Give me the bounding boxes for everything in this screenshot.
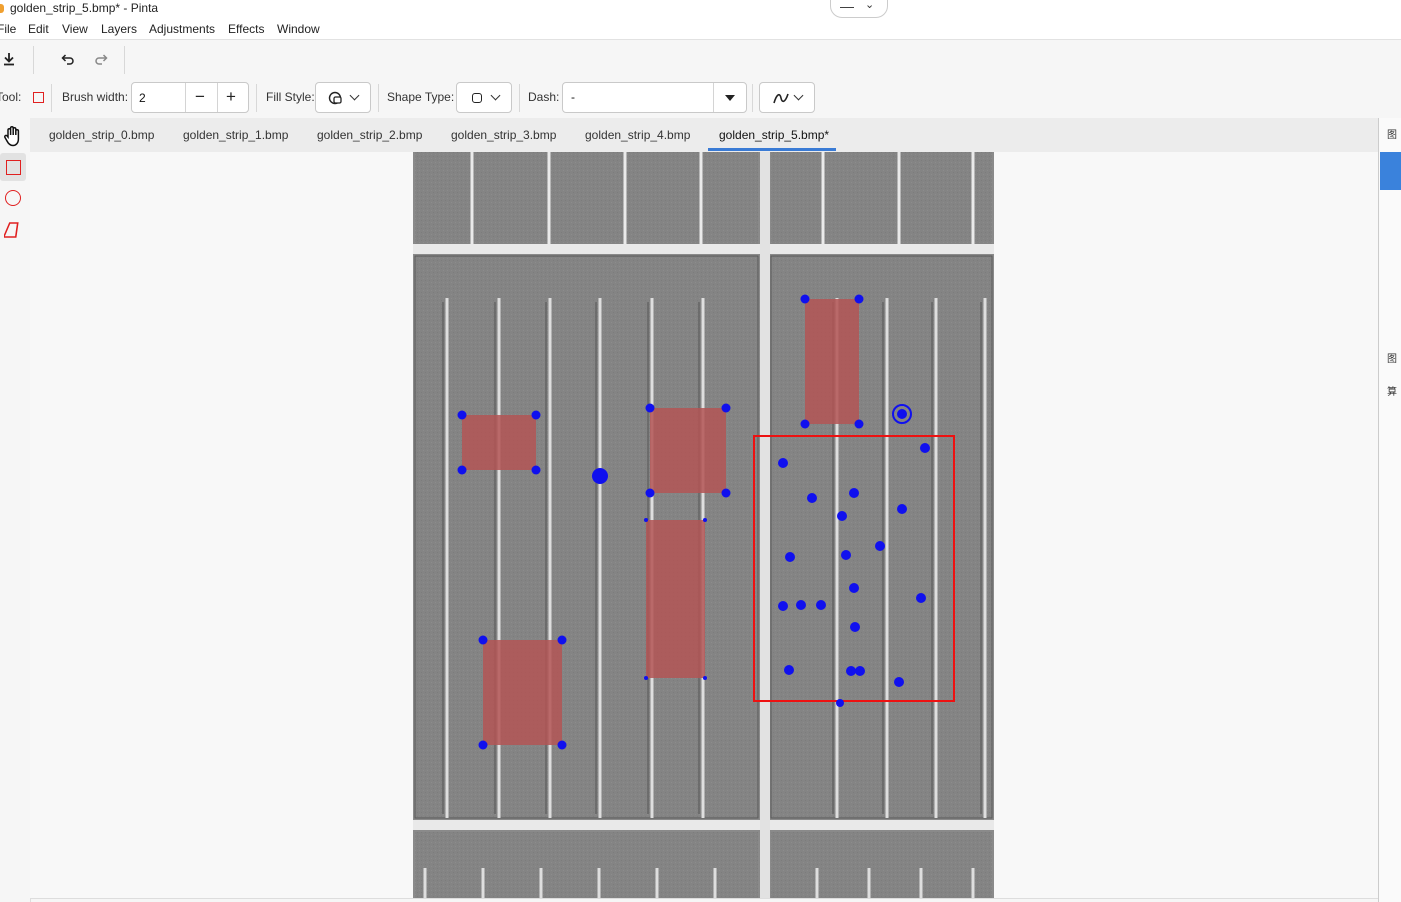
active-tab-indicator — [708, 148, 836, 151]
menu-adjustments[interactable]: Adjustments — [149, 22, 215, 36]
rounded-rectangle-icon — [472, 93, 482, 103]
tab-golden-strip-2[interactable]: golden_strip_2.bmp — [317, 128, 422, 142]
tool-box — [0, 118, 31, 902]
download-icon[interactable] — [0, 48, 20, 70]
right-dock-panel: 图 图 算 — [1378, 118, 1401, 902]
tab-golden-strip-1[interactable]: golden_strip_1.bmp — [183, 128, 288, 142]
redo-icon[interactable] — [90, 48, 112, 70]
tab-golden-strip-3[interactable]: golden_strip_3.bmp — [451, 128, 556, 142]
toolbar-separator — [256, 84, 257, 112]
rectangle-icon — [33, 92, 44, 103]
menu-view[interactable]: View — [62, 22, 88, 36]
freeform-shape-tool[interactable] — [0, 216, 26, 244]
document-tabs: golden_strip_0.bmp golden_strip_1.bmp go… — [30, 118, 1378, 152]
annotation-region — [462, 415, 536, 470]
ellipse-icon — [5, 190, 21, 206]
toolbar-separator — [752, 84, 753, 112]
dash-combobox[interactable]: - — [562, 82, 747, 113]
chevron-down-icon — [490, 90, 501, 101]
menu-window[interactable]: Window — [277, 22, 320, 36]
brush-width-value[interactable]: 2 — [139, 91, 146, 105]
menu-effects[interactable]: Effects — [228, 22, 264, 36]
annotation-region — [805, 299, 859, 424]
freeform-shape-icon — [4, 222, 19, 238]
hand-icon[interactable] — [0, 122, 26, 150]
annotation-region — [650, 408, 726, 493]
tool-label: Tool: — [0, 90, 22, 104]
minimize-icon[interactable]: — — [840, 0, 854, 14]
spinner-separator — [185, 83, 186, 112]
dash-label: Dash: — [528, 90, 560, 104]
toolbar-separator — [519, 84, 520, 112]
menu-edit[interactable]: Edit — [28, 22, 49, 36]
menu-layers[interactable]: Layers — [101, 22, 137, 36]
tab-golden-strip-4[interactable]: golden_strip_4.bmp — [585, 128, 690, 142]
app-icon — [0, 4, 4, 13]
antialiasing-dropdown[interactable] — [759, 82, 815, 113]
window-title: golden_strip_5.bmp* - Pinta — [10, 1, 159, 15]
toolbar-separator — [124, 46, 125, 74]
toolbar-separator — [51, 84, 52, 112]
dash-value[interactable]: - — [571, 90, 575, 104]
chevron-down-icon[interactable]: ⌄ — [865, 0, 874, 11]
rectangle-tool[interactable] — [0, 153, 26, 181]
panel-tab-images[interactable]: 图 — [1387, 126, 1397, 141]
shape-type-dropdown[interactable] — [456, 82, 512, 113]
combobox-separator — [713, 83, 714, 112]
chevron-down-icon — [793, 90, 804, 101]
fill-style-dropdown[interactable] — [315, 82, 371, 113]
antialiasing-curve-icon — [773, 93, 789, 104]
undo-icon[interactable] — [57, 48, 79, 70]
title-bar: golden_strip_5.bmp* - Pinta — ⌄ — [0, 0, 1401, 18]
annotation-region — [483, 640, 562, 745]
image-canvas[interactable] — [413, 152, 994, 898]
triangle-down-icon[interactable] — [724, 94, 736, 102]
annotation-region — [646, 520, 705, 678]
brush-width-spinner[interactable]: 2 − + — [131, 82, 249, 113]
shape-type-label: Shape Type: — [387, 90, 455, 104]
tab-golden-strip-0[interactable]: golden_strip_0.bmp — [49, 128, 154, 142]
spinner-separator — [217, 83, 218, 112]
window-controls[interactable]: — ⌄ — [830, 0, 888, 18]
fill-style-label: Fill Style: — [266, 90, 315, 104]
toolbar-separator — [33, 46, 34, 74]
minus-icon[interactable]: − — [195, 87, 205, 107]
menu-file[interactable]: File — [0, 22, 16, 36]
plus-icon[interactable]: + — [226, 87, 236, 107]
main-toolbar — [0, 39, 1401, 79]
ellipse-tool[interactable] — [0, 184, 26, 212]
panel-tab-history[interactable]: 算 — [1387, 383, 1397, 398]
panel-selection-accent — [1380, 152, 1401, 190]
panel-tab-layers[interactable]: 图 — [1387, 350, 1397, 365]
menu-bar: File Edit View Layers Adjustments Effect… — [0, 18, 1401, 39]
chevron-down-icon — [349, 90, 360, 101]
canvas-workspace — [30, 152, 1378, 899]
toolbar-separator — [378, 84, 379, 112]
tab-golden-strip-5[interactable]: golden_strip_5.bmp* — [719, 128, 829, 142]
rectangle-icon — [5, 159, 21, 175]
tool-options-bar: Tool: Brush width: 2 − + Fill Style: Sha… — [0, 78, 1401, 119]
fill-style-icon — [328, 91, 342, 105]
brush-width-label: Brush width: — [62, 90, 129, 104]
